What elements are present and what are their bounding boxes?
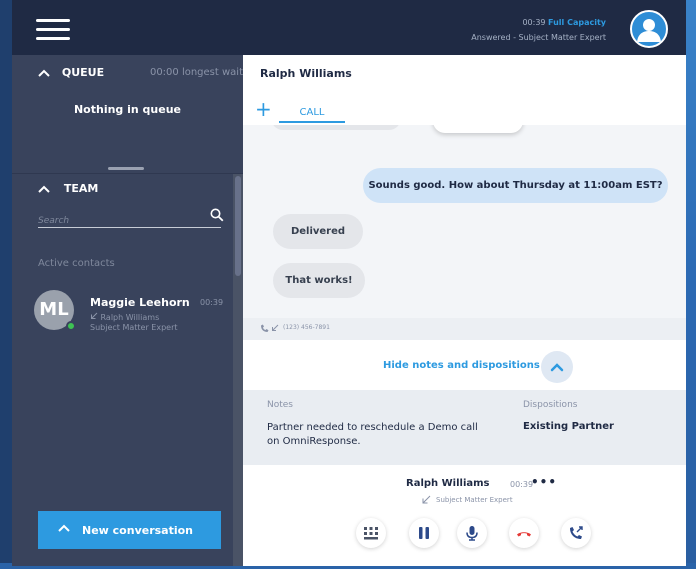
dispositions-label: Dispositions [523,400,578,410]
team-section: TEAM Active contacts ML Maggie Leehorn 0… [12,173,243,566]
hangup-icon [517,532,531,537]
message-thread: Thank you so much! 9/20/23 Sounds good. … [243,118,686,318]
chevron-up-icon [58,524,70,532]
app-window: 00:39 Full Capacity Answered - Subject M… [12,0,686,566]
notes-panel: Notes Partner needed to reschedule a Dem… [243,390,686,465]
conversation-tabs: + CALL [243,95,686,125]
conversation-title: Ralph Williams [260,67,352,80]
search-input[interactable] [38,212,198,230]
contact-caller-name: Ralph Williams [100,313,160,322]
notes-text[interactable]: Partner needed to reschedule a Demo call… [267,421,487,449]
conversation-panel: Ralph Williams Thank you so much! 9/20/2… [243,55,686,566]
new-conversation-button[interactable]: New conversation [38,511,221,549]
menu-line [36,28,70,31]
status-detail: Answered - Subject Matter Expert [471,33,606,42]
sidebar-scrollbar[interactable] [233,174,243,566]
pause-icon [419,527,429,539]
queue-header[interactable]: QUEUE [38,66,104,79]
dialpad-button[interactable] [356,518,386,548]
contact-item[interactable]: ML Maggie Leehorn 00:39 Ralph Williams S… [34,290,234,338]
more-options-icon[interactable]: ••• [531,475,557,489]
conversation-header: Ralph Williams [243,55,686,95]
resize-handle[interactable] [108,167,144,170]
mute-button[interactable] [457,518,487,548]
disposition-value[interactable]: Existing Partner [523,421,614,432]
phone-info-row: (123) 456-7891 [243,318,686,340]
contact-role: Subject Matter Expert [90,323,178,332]
call-contact-name: Ralph Williams [406,478,490,489]
search-icon[interactable] [210,208,224,222]
pause-button[interactable] [409,518,439,548]
contact-time: 00:39 [200,298,224,307]
collapse-notes-button[interactable] [541,351,573,383]
user-avatar-icon[interactable] [630,10,668,48]
hangup-button[interactable] [509,518,539,548]
chevron-up-icon [38,185,50,193]
chevron-up-icon [550,363,564,372]
team-title: TEAM [63,182,99,195]
online-status-dot [66,321,76,331]
team-search [38,208,224,230]
incoming-call-arrow-icon [91,312,98,319]
queue-section: QUEUE 00:00 longest wait Nothing in queu… [12,55,243,173]
team-header[interactable]: TEAM [38,182,98,195]
queue-empty-message: Nothing in queue [73,103,182,116]
menu-line [36,19,70,22]
notes-toggle-row: Hide notes and dispositions [243,340,686,390]
add-tab-button[interactable]: + [255,99,272,119]
active-contacts-label: Active contacts [38,258,115,269]
message-bubble-incoming: That works! [273,263,365,298]
message-bubble-incoming: Delivered [273,214,363,249]
capacity-status: Full Capacity [548,18,606,27]
dialpad-icon [364,527,378,540]
call-contact-role: Subject Matter Expert [436,496,513,504]
queue-title: QUEUE [61,66,105,79]
menu-line [36,37,70,40]
contact-call-with: Ralph Williams [90,312,159,322]
message-bubble-outgoing: Sounds good. How about Thursday at 11:00… [363,168,668,203]
background-left-edge [0,0,12,569]
notes-label: Notes [267,400,293,410]
scrollbar-thumb[interactable] [235,176,241,276]
chevron-up-icon [38,69,50,77]
queue-wait-time: 00:00 longest wait [149,67,243,78]
call-timer: 00:39 [510,480,534,489]
contact-name: Maggie Leehorn [90,296,190,309]
status-timer: 00:39 [522,18,546,27]
top-bar: 00:39 Full Capacity Answered - Subject M… [12,0,686,55]
background-right-edge [686,0,696,569]
active-call-bar: Ralph Williams 00:39 ••• Subject Matter … [243,465,686,566]
agent-status: 00:39 Full Capacity Answered - Subject M… [471,15,606,45]
phone-number: (123) 456-7891 [283,324,330,331]
transfer-call-button[interactable] [561,518,591,548]
new-conversation-label: New conversation [82,523,194,537]
sidebar: QUEUE 00:00 longest wait Nothing in queu… [12,55,243,566]
mic-icon [466,526,478,541]
incoming-call-arrow-icon [422,495,431,504]
tab-call[interactable]: CALL [279,107,345,123]
hide-notes-link[interactable]: Hide notes and dispositions [383,360,540,371]
hamburger-menu-icon[interactable] [36,17,72,41]
transfer-call-icon [570,526,583,539]
phone-icon [261,324,279,332]
